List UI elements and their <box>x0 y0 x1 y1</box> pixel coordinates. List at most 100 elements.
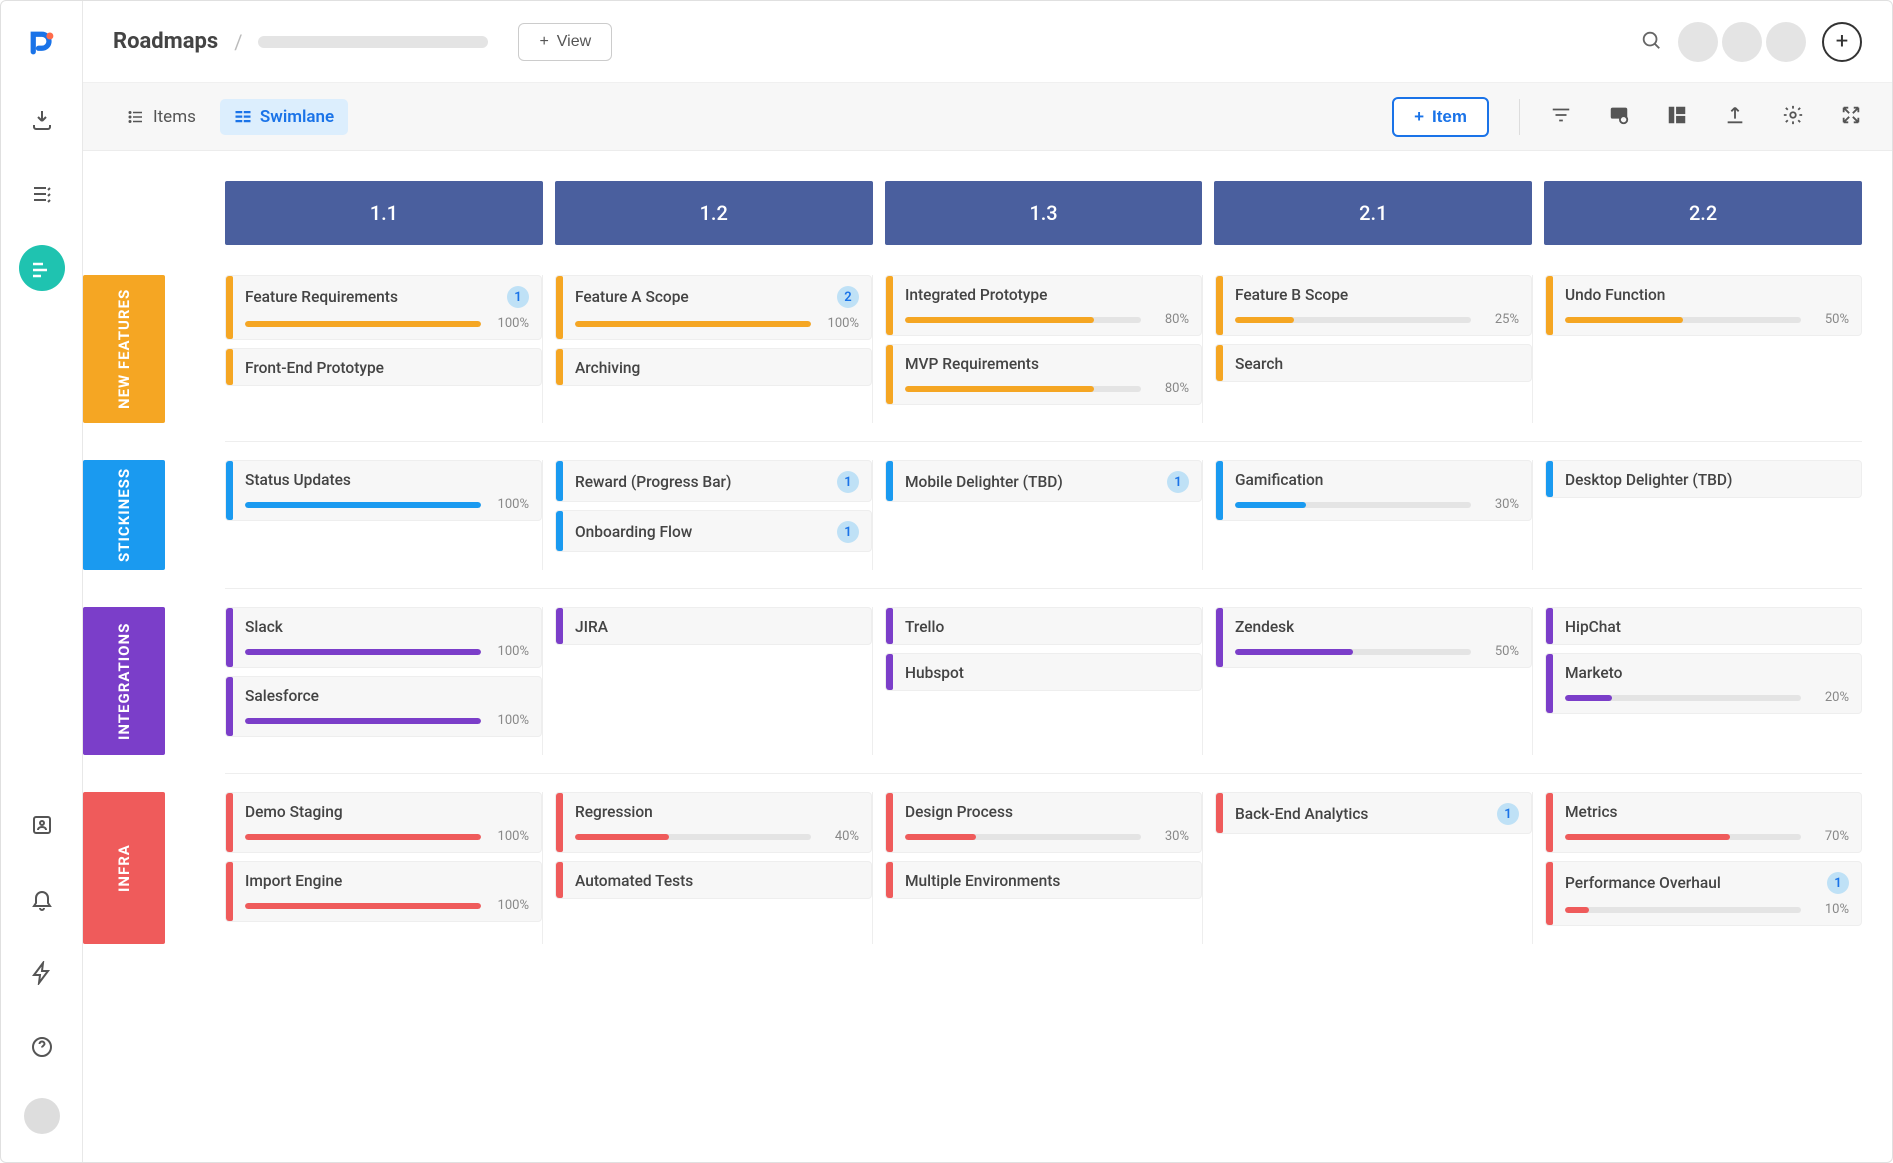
card[interactable]: Search <box>1215 344 1532 382</box>
card-title: Marketo <box>1565 664 1622 682</box>
card-stripe <box>886 654 893 690</box>
card[interactable]: Feature Requirements1100% <box>225 275 542 340</box>
progress-bar <box>905 317 1141 323</box>
avatar[interactable] <box>1722 22 1762 62</box>
card[interactable]: Automated Tests <box>555 861 872 899</box>
swimlane: INTEGRATIONSSlack100%Salesforce100%JIRAT… <box>193 607 1862 755</box>
breadcrumb-separator: / <box>234 30 242 54</box>
card-stripe <box>226 862 233 921</box>
card[interactable]: Trello <box>885 607 1202 645</box>
list-icon[interactable] <box>19 171 65 217</box>
progress-bar <box>245 718 481 724</box>
gear-icon[interactable] <box>1782 104 1804 130</box>
progress-label: 30% <box>1151 829 1189 844</box>
card-badge: 1 <box>1167 471 1189 493</box>
card[interactable]: Regression40% <box>555 792 872 853</box>
card[interactable]: Design Process 30% <box>885 792 1202 853</box>
card[interactable]: Undo Function50% <box>1545 275 1862 336</box>
help-icon[interactable] <box>19 1024 65 1070</box>
lane-cell: Gamification30% <box>1215 460 1533 570</box>
card[interactable]: Integrated Prototype80% <box>885 275 1202 336</box>
lane-cell: Demo Staging100% Import Engine100% <box>225 792 543 944</box>
bell-icon[interactable] <box>19 876 65 922</box>
swimlane: STICKINESSStatus Updates100%Reward (Prog… <box>193 460 1862 570</box>
swimlane: INFRADemo Staging100%Import Engine100%Re… <box>193 792 1862 944</box>
card-stripe <box>226 677 233 736</box>
card[interactable]: Desktop Delighter (TBD) <box>1545 460 1862 498</box>
card-stripe <box>226 793 233 852</box>
card[interactable]: Slack100% <box>225 607 542 668</box>
card[interactable]: HipChat <box>1545 607 1862 645</box>
card[interactable]: Zendesk50% <box>1215 607 1532 668</box>
add-item-button[interactable]: + Item <box>1392 97 1489 137</box>
contact-icon[interactable] <box>19 802 65 848</box>
progress-label: 100% <box>821 316 859 331</box>
progress-bar <box>1235 502 1471 508</box>
progress-label: 100% <box>491 497 529 512</box>
card-title: Reward (Progress Bar) <box>575 473 731 491</box>
card-stripe <box>886 345 893 404</box>
lane-cell: Back-End Analytics1 <box>1215 792 1533 944</box>
tab-swimlane[interactable]: Swimlane <box>220 99 348 135</box>
card[interactable]: Feature B Scope25% <box>1215 275 1532 336</box>
link-icon[interactable] <box>1608 104 1630 130</box>
card-stripe <box>1546 654 1553 713</box>
lane-label: STICKINESS <box>83 460 165 570</box>
card-title: Automated Tests <box>575 872 693 890</box>
card[interactable]: Front-End Prototype <box>225 348 542 386</box>
card[interactable]: MVP Requirements80% <box>885 344 1202 405</box>
card[interactable]: Onboarding Flow1 <box>555 510 872 552</box>
card[interactable]: Gamification30% <box>1215 460 1532 521</box>
card[interactable]: Status Updates100% <box>225 460 542 521</box>
download-icon[interactable] <box>19 97 65 143</box>
filter-icon[interactable] <box>1550 104 1572 130</box>
avatar[interactable] <box>1766 22 1806 62</box>
card[interactable]: JIRA <box>555 607 872 645</box>
expand-icon[interactable] <box>1840 104 1862 130</box>
card-stripe <box>886 608 893 644</box>
card[interactable]: Import Engine100% <box>225 861 542 922</box>
card[interactable]: Metrics70% <box>1545 792 1862 853</box>
bolt-icon[interactable] <box>19 950 65 996</box>
lane-cell: Feature B Scope25% Search <box>1215 275 1533 423</box>
page-title: Roadmaps <box>113 29 218 54</box>
avatar[interactable] <box>1678 22 1718 62</box>
card-stripe <box>226 608 233 667</box>
plus-icon: + <box>1414 107 1424 127</box>
card[interactable]: Back-End Analytics1 <box>1215 792 1532 834</box>
card-stripe <box>1216 608 1223 667</box>
card[interactable]: Hubspot <box>885 653 1202 691</box>
search-icon[interactable] <box>1640 29 1662 55</box>
card[interactable]: Mobile Delighter (TBD)1 <box>885 460 1202 502</box>
progress-bar <box>245 502 481 508</box>
export-icon[interactable] <box>1724 104 1746 130</box>
roadmap-icon[interactable] <box>19 245 65 291</box>
progress-label: 50% <box>1481 644 1519 659</box>
card[interactable]: Salesforce100% <box>225 676 542 737</box>
progress-label: 70% <box>1811 829 1849 844</box>
card[interactable]: Feature A Scope2100% <box>555 275 872 340</box>
progress-bar <box>1235 649 1471 655</box>
avatar[interactable] <box>24 1098 60 1134</box>
tab-label: Items <box>153 107 196 127</box>
card[interactable]: Reward (Progress Bar)1 <box>555 460 872 502</box>
card-stripe <box>556 276 563 339</box>
progress-bar <box>1235 317 1471 323</box>
lane-cell: Integrated Prototype80% MVP Requirements8… <box>885 275 1203 423</box>
layout-icon[interactable] <box>1666 104 1688 130</box>
view-button[interactable]: + View <box>518 23 612 61</box>
lane-cell: Feature Requirements1100% Front-End Proto… <box>225 275 543 423</box>
lane-label: INFRA <box>83 792 165 944</box>
card[interactable]: Performance Overhaul110% <box>1545 861 1862 926</box>
lane-cell: Status Updates100% <box>225 460 543 570</box>
card[interactable]: Multiple Environments <box>885 861 1202 899</box>
tab-items[interactable]: Items <box>113 99 210 135</box>
card-stripe <box>556 862 563 898</box>
card[interactable]: Archiving <box>555 348 872 386</box>
add-button[interactable]: + <box>1822 22 1862 62</box>
card[interactable]: Marketo20% <box>1545 653 1862 714</box>
plus-icon: + <box>539 33 548 51</box>
progress-label: 100% <box>491 644 529 659</box>
card-title: Design Process <box>905 803 1013 821</box>
card[interactable]: Demo Staging100% <box>225 792 542 853</box>
